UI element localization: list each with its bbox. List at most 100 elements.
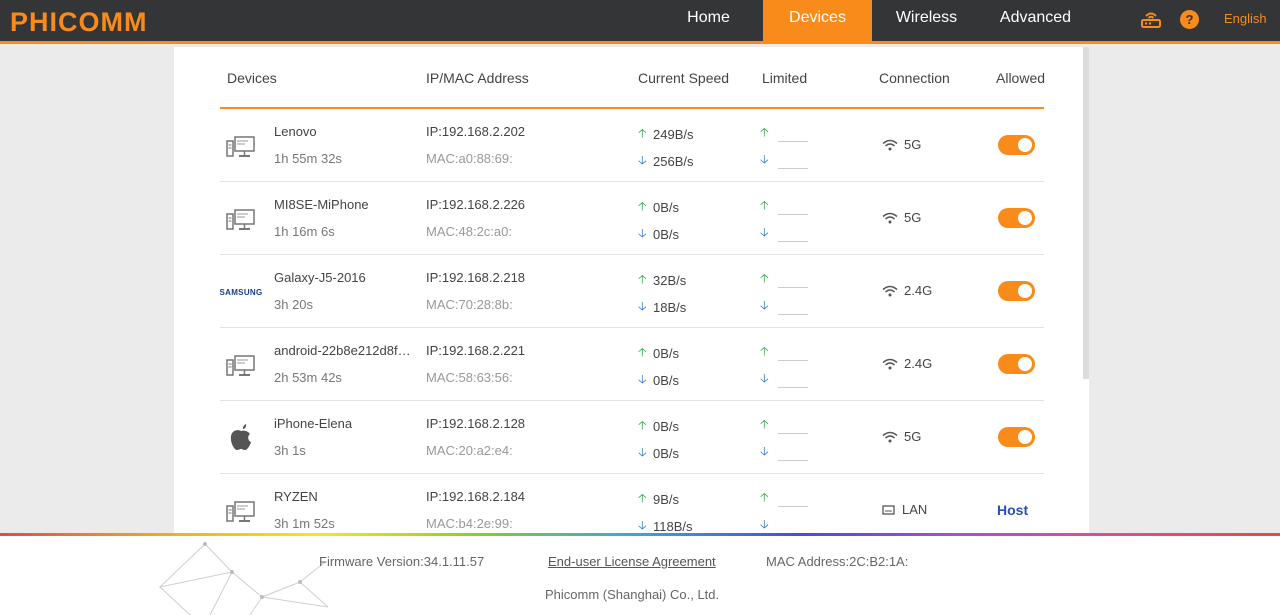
nav-devices[interactable]: Devices xyxy=(763,0,872,44)
table-row: android-22b8e212d8f… 2h 53m 42s IP:192.168… xyxy=(220,328,1044,401)
wifi-icon xyxy=(882,285,898,296)
device-name[interactable]: iPhone-Elena xyxy=(274,416,414,431)
connection-label: LAN xyxy=(902,502,928,517)
host-label: Host xyxy=(997,502,1029,518)
nav-home[interactable]: Home xyxy=(654,0,763,44)
col-allowed: Allowed xyxy=(996,70,1046,86)
connection-label: 2.4G xyxy=(904,283,933,298)
wifi-icon xyxy=(882,139,898,150)
download-limit: 🡣 xyxy=(760,296,808,317)
device-online-time: 1h 16m 6s xyxy=(274,224,335,239)
download-limit: 🡣 xyxy=(760,369,808,390)
main-nav: Home Devices Wireless Advanced xyxy=(654,0,1090,44)
arrow-down-icon: 🡣 xyxy=(760,371,769,385)
device-ip: IP:192.168.2.184 xyxy=(426,489,526,504)
connection-type: LAN xyxy=(882,502,927,517)
table-row: MI8SE-MiPhone 1h 16m 6s IP:192.168.2.226 MA… xyxy=(220,182,1044,255)
download-limit-input[interactable] xyxy=(778,372,808,388)
upload-speed: 🡡 0B/s xyxy=(638,197,679,218)
download-limit-input[interactable] xyxy=(778,518,808,534)
upload-limit-input[interactable] xyxy=(778,126,808,142)
company-name: Phicomm (Shanghai) Co., Ltd. xyxy=(545,587,720,602)
upload-limit-input[interactable] xyxy=(778,272,808,288)
device-name[interactable]: MI8SE-MiPhone xyxy=(274,197,414,212)
device-mac: MAC:a0:88:69: xyxy=(426,151,513,166)
upload-speed-value: 249B/s xyxy=(653,127,694,142)
connection-type: 2.4G xyxy=(882,356,932,371)
allowed-toggle[interactable] xyxy=(998,427,1035,447)
connection-label: 5G xyxy=(904,429,922,444)
allowed-toggle[interactable] xyxy=(998,135,1035,155)
download-limit: 🡣 xyxy=(760,223,808,244)
device-online-time: 3h 1m 52s xyxy=(274,516,335,531)
device-ip: IP:192.168.2.221 xyxy=(426,343,526,358)
download-limit-input[interactable] xyxy=(778,299,808,315)
connection-label: 5G xyxy=(904,137,922,152)
device-name[interactable]: RYZEN xyxy=(274,489,414,504)
download-speed: 🡣 18B/s xyxy=(638,297,686,318)
device-ip: IP:192.168.2.226 xyxy=(426,197,526,212)
arrow-down-icon: 🡣 xyxy=(638,445,647,459)
device-icon xyxy=(226,204,256,234)
upload-speed-value: 32B/s xyxy=(653,273,687,288)
help-icon[interactable]: ? xyxy=(1180,9,1199,29)
upload-limit-input[interactable] xyxy=(778,491,808,507)
col-speed: Current Speed xyxy=(638,70,730,86)
apple-icon xyxy=(230,424,251,450)
arrow-up-icon: 🡡 xyxy=(638,491,647,505)
allowed-toggle[interactable] xyxy=(998,208,1035,228)
device-name[interactable]: Lenovo xyxy=(274,124,414,139)
panel-scrollbar[interactable] xyxy=(1083,47,1089,379)
device-online-time: 3h 20s xyxy=(274,297,314,312)
arrow-down-icon: 🡣 xyxy=(638,226,647,240)
phicomm-logo[interactable]: PHICOMM xyxy=(10,7,148,38)
download-limit-input[interactable] xyxy=(778,445,808,461)
footer: Firmware Version:34.1.11.57 End-user Lic… xyxy=(0,536,1280,615)
upload-limit-input[interactable] xyxy=(778,199,808,215)
upload-speed-value: 9B/s xyxy=(653,492,680,507)
nav-wireless[interactable]: Wireless xyxy=(872,0,981,44)
col-limited: Limited xyxy=(762,70,808,86)
upload-speed-value: 0B/s xyxy=(653,200,680,215)
arrow-down-icon: 🡣 xyxy=(760,298,769,312)
device-name[interactable]: Galaxy-J5-2016 xyxy=(274,270,414,285)
allowed-toggle[interactable] xyxy=(998,281,1035,301)
upload-speed: 🡡 0B/s xyxy=(638,416,679,437)
col-connection: Connection xyxy=(879,70,950,86)
upload-limit-input[interactable] xyxy=(778,345,808,361)
download-limit-input[interactable] xyxy=(778,153,808,169)
arrow-up-icon: 🡡 xyxy=(760,198,769,212)
arrow-down-icon: 🡣 xyxy=(638,299,647,313)
arrow-up-icon: 🡡 xyxy=(760,417,769,431)
device-icon xyxy=(226,131,256,161)
allowed-toggle[interactable] xyxy=(998,354,1035,374)
device-icon xyxy=(226,350,256,380)
device-mac: MAC:b4:2e:99: xyxy=(426,516,513,531)
upload-speed: 🡡 249B/s xyxy=(638,124,693,145)
arrow-up-icon: 🡡 xyxy=(760,490,769,504)
upload-limit-input[interactable] xyxy=(778,418,808,434)
device-name[interactable]: android-22b8e212d8f… xyxy=(274,343,414,358)
eula-link[interactable]: End-user License Agreement xyxy=(548,554,716,569)
arrow-up-icon: 🡡 xyxy=(760,271,769,285)
device-mac: MAC:20:a2:e4: xyxy=(426,443,513,458)
language-select[interactable]: English xyxy=(1224,11,1267,26)
download-speed-value: 256B/s xyxy=(653,154,694,169)
connection-type: 2.4G xyxy=(882,283,932,298)
upload-speed: 🡡 32B/s xyxy=(638,270,686,291)
download-limit: 🡣 xyxy=(760,515,808,535)
device-icon xyxy=(226,423,256,453)
nav-advanced[interactable]: Advanced xyxy=(981,0,1090,44)
arrow-up-icon: 🡡 xyxy=(638,126,647,140)
upload-limit: 🡡 xyxy=(760,488,808,509)
device-mac: MAC:48:2c:a0: xyxy=(426,224,512,239)
router-icon[interactable] xyxy=(1140,8,1162,30)
download-limit-input[interactable] xyxy=(778,226,808,242)
download-speed-value: 18B/s xyxy=(653,300,687,315)
device-ip: IP:192.168.2.218 xyxy=(426,270,526,285)
upload-limit: 🡡 xyxy=(760,415,808,436)
device-online-time: 2h 53m 42s xyxy=(274,370,342,385)
download-speed: 🡣 256B/s xyxy=(638,151,693,172)
devices-panel: Devices IP/MAC Address Current Speed Lim… xyxy=(174,47,1089,535)
upload-limit: 🡡 xyxy=(760,196,808,217)
